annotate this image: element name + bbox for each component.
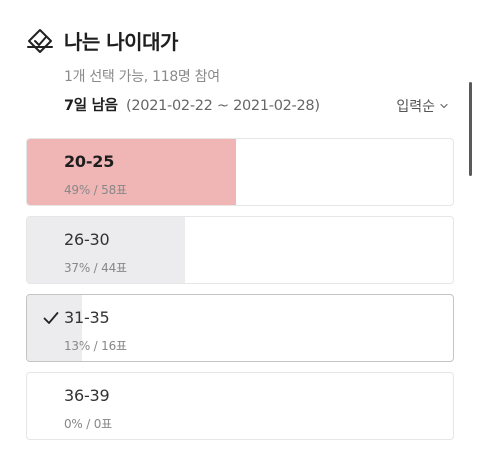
option-stat: 49% / 58표 [64, 183, 127, 197]
poll-options: 20-25 49% / 58표 26-30 37% / 44표 31-35 13… [26, 138, 454, 450]
poll-deadline: 7일 남음 (2021-02-22 ~ 2021-02-28) [64, 94, 320, 115]
poll-option-36-39[interactable]: 36-39 0% / 0표 [26, 372, 454, 440]
checkmark-icon [43, 312, 59, 324]
option-stat: 0% / 0표 [64, 417, 112, 431]
ballot-check-icon [27, 28, 53, 53]
option-stat: 37% / 44표 [64, 261, 127, 275]
option-label: 26-30 [64, 230, 110, 249]
option-stat: 13% / 16표 [64, 339, 127, 353]
chevron-down-icon [440, 103, 448, 109]
sort-dropdown[interactable]: 입력순 [396, 96, 448, 116]
poll-option-26-30[interactable]: 26-30 37% / 44표 [26, 216, 454, 284]
date-range: (2021-02-22 ~ 2021-02-28) [125, 98, 320, 114]
days-remaining: 7일 남음 [64, 98, 118, 114]
scrollbar[interactable] [469, 82, 472, 176]
vote-share-bar [27, 139, 236, 205]
poll-title: 나는 나이대가 [64, 30, 178, 54]
option-label: 20-25 [64, 152, 115, 171]
sort-label: 입력순 [396, 99, 435, 115]
option-label: 36-39 [64, 386, 110, 405]
option-label: 31-35 [64, 308, 110, 327]
poll-header: 나는 나이대가 [26, 26, 178, 55]
poll-option-20-25[interactable]: 20-25 49% / 58표 [26, 138, 454, 206]
poll-meta: 1개 선택 가능, 118명 참여 [64, 69, 220, 85]
poll-option-31-35[interactable]: 31-35 13% / 16표 [26, 294, 454, 362]
